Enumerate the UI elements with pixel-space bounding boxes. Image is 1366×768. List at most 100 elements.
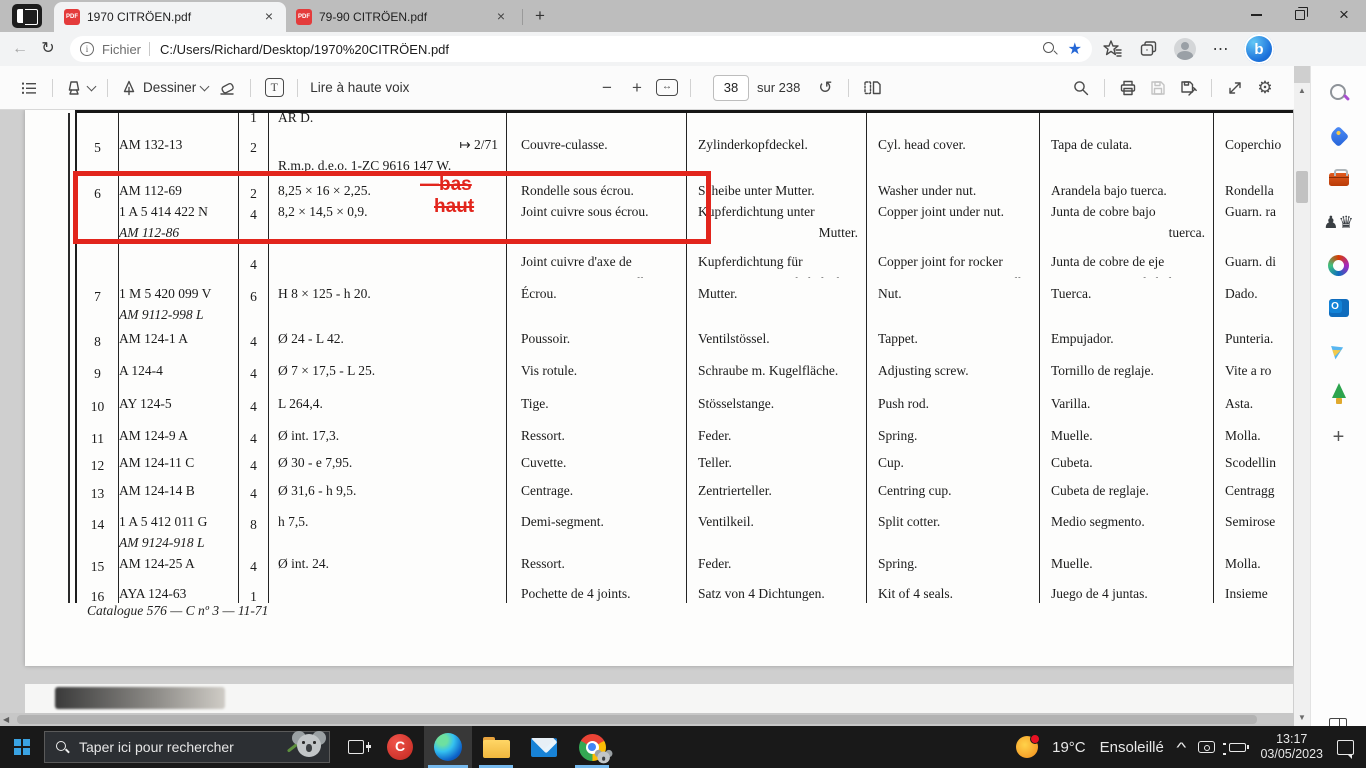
table-cell-fr: Cuvette. (507, 447, 687, 475)
save-as-icon[interactable] (1173, 73, 1203, 103)
table-cell-es: Arandela bajo tuerca.Junta de cobre bajo… (1040, 175, 1214, 246)
table-cell-en (867, 113, 1040, 129)
vertical-scrollbar[interactable]: ▲ ▼ (1294, 83, 1310, 726)
address-field[interactable]: i Fichier C:/Users/Richard/Desktop/1970%… (70, 36, 1092, 62)
tab-divider (522, 9, 523, 25)
table-cell-de: Zylinderkopfdeckel. (687, 129, 867, 175)
table-cell-qty: 4 (239, 355, 269, 388)
table-cell-dims: AR D. (269, 113, 507, 129)
bing-chat-icon[interactable]: b (1244, 34, 1274, 64)
fullscreen-icon[interactable] (1220, 73, 1250, 103)
search-document-icon[interactable] (1066, 73, 1096, 103)
table-row: 11AM 124-9 A4Ø int. 17,3.Ressort.Feder.S… (77, 420, 1293, 447)
tab-1970-citroen[interactable]: PDF 1970 CITRÖEN.pdf × (54, 2, 286, 32)
table-cell-qty: 4 (239, 447, 269, 475)
notification-center-icon[interactable] (1337, 740, 1354, 755)
browser-window: PDF 1970 CITRÖEN.pdf × PDF 79-90 CITRÖEN… (0, 0, 1366, 768)
task-view-icon[interactable] (336, 726, 376, 768)
sidebar-games-icon[interactable]: ♟♛ (1326, 209, 1352, 235)
close-button[interactable]: × (1322, 0, 1366, 30)
scroll-down-icon[interactable]: ▼ (1294, 710, 1310, 726)
page-view-icon[interactable] (857, 73, 887, 103)
battery-icon[interactable] (1229, 743, 1246, 752)
back-icon[interactable]: ← (6, 35, 34, 63)
vertical-scroll-thumb[interactable] (1296, 171, 1308, 203)
sidebar-tools-icon[interactable] (1326, 166, 1352, 192)
taskbar-edge-icon[interactable] (424, 726, 472, 768)
tab-close-icon[interactable]: × (492, 8, 510, 26)
table-cell-num: 5 (77, 129, 119, 175)
cast-display-icon[interactable] (1198, 741, 1215, 753)
sidebar-outlook-icon[interactable] (1326, 295, 1352, 321)
read-aloud-button[interactable]: Lire à haute voix (306, 73, 413, 103)
start-button[interactable] (0, 726, 44, 768)
zoom-in-icon[interactable]: + (622, 73, 652, 103)
table-cell-parts: A 124-4 (119, 355, 239, 388)
taskbar-mail-icon[interactable] (520, 726, 568, 768)
table-cell-num: 15 (77, 548, 119, 578)
toc-icon[interactable] (14, 73, 44, 103)
sidebar-shopping-icon[interactable] (1326, 123, 1352, 149)
profile-avatar[interactable] (1174, 38, 1196, 60)
fit-width-icon[interactable]: ↔ (652, 73, 682, 103)
scan-smudge (55, 687, 225, 709)
restore-button[interactable] (1278, 0, 1322, 30)
taskbar-ccleaner-icon[interactable]: C (376, 726, 424, 768)
tab-close-icon[interactable]: × (260, 8, 278, 26)
minimize-button[interactable] (1234, 0, 1278, 30)
settings-more-icon[interactable]: ⋯ (1210, 38, 1232, 60)
table-cell-fr: Poussoir. (507, 323, 687, 355)
sidebar-add-icon[interactable]: + (1326, 424, 1352, 450)
sidebar-microsoft365-icon[interactable] (1326, 252, 1352, 278)
taskbar-explorer-icon[interactable] (472, 726, 520, 768)
taskbar-chrome-icon[interactable] (568, 726, 616, 768)
table-cell-en: Kit of 4 seals. (867, 578, 1040, 603)
refresh-icon[interactable]: ↻ (34, 35, 62, 63)
zoom-page-icon[interactable] (1042, 41, 1058, 57)
sidebar-tree-icon[interactable] (1326, 381, 1352, 407)
tab-actions-icon[interactable] (12, 4, 42, 28)
favorite-star-icon[interactable]: ★ (1068, 39, 1082, 59)
horizontal-scrollbar[interactable]: ◀ (0, 713, 1294, 726)
highlighter-icon[interactable] (61, 73, 99, 103)
table-cell-it: Vite a ro (1214, 355, 1293, 388)
table-cell-num: 12 (77, 447, 119, 475)
weather-condition[interactable]: Ensoleillé (1100, 739, 1164, 756)
tab-title: 1970 CITRÖEN.pdf (87, 10, 260, 24)
pdf-settings-gear-icon[interactable]: ⚙ (1250, 73, 1280, 103)
zoom-out-icon[interactable]: − (592, 73, 622, 103)
horizontal-scroll-thumb[interactable] (17, 715, 1257, 724)
table-cell-qty: 4 (239, 475, 269, 506)
chevron-down-icon (200, 81, 210, 91)
table-row: 141 A 5 412 011 GAM 9124-918 L8h 7,5.Dem… (77, 506, 1293, 548)
eraser-icon[interactable] (212, 73, 242, 103)
table-cell-en: Spring. (867, 420, 1040, 447)
favorites-list-icon[interactable] (1102, 38, 1124, 60)
sidebar-drop-icon[interactable] (1326, 338, 1352, 364)
table-cell-parts (119, 113, 239, 129)
draw-tool-button[interactable]: Dessiner (116, 73, 212, 103)
print-icon[interactable] (1113, 73, 1143, 103)
tab-79-90-citroen[interactable]: PDF 79-90 CITRÖEN.pdf × (286, 2, 518, 32)
windows-taskbar: Taper ici pour rechercher C 19°C Ensolei… (0, 726, 1366, 768)
weather-temperature[interactable]: 19°C (1052, 739, 1086, 756)
table-cell-en: Nut. (867, 278, 1040, 323)
save-icon[interactable] (1143, 73, 1173, 103)
rotate-icon[interactable]: ↺ (810, 73, 840, 103)
scroll-up-icon[interactable]: ▲ (1294, 83, 1310, 99)
sidebar-search-icon[interactable] (1326, 80, 1352, 106)
table-cell-es: Cubeta. (1040, 447, 1214, 475)
collections-icon[interactable] (1138, 38, 1160, 60)
add-text-icon[interactable]: T (259, 73, 289, 103)
taskbar-search-box[interactable]: Taper ici pour rechercher (44, 731, 330, 763)
page-number-input[interactable] (713, 75, 749, 101)
new-tab-button[interactable]: + (527, 3, 553, 29)
page-info-icon[interactable]: i (80, 42, 94, 56)
tray-chevron-icon[interactable]: ^ (1176, 739, 1186, 755)
table-cell-qty: 4 (239, 246, 269, 278)
table-cell-num (77, 113, 119, 129)
table-cell-qty: 8 (239, 506, 269, 548)
weather-sun-icon[interactable] (1016, 736, 1038, 758)
scroll-left-icon[interactable]: ◀ (3, 715, 9, 724)
clock[interactable]: 13:17 03/05/2023 (1260, 732, 1323, 762)
